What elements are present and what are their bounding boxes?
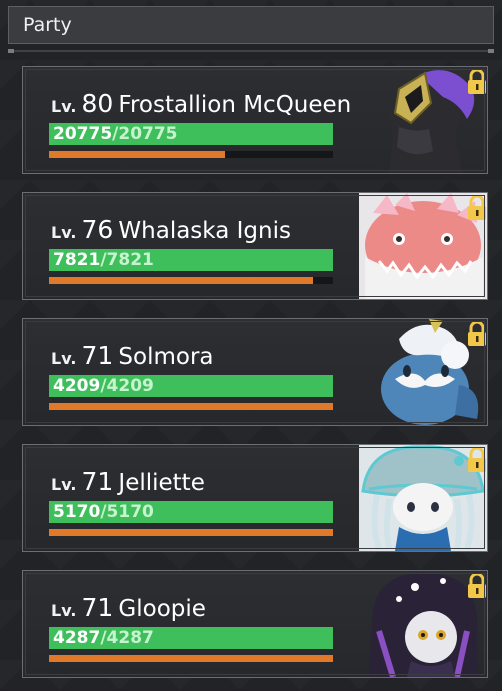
party-member-card[interactable]: Lv. 71 Solmora 4209/4209: [22, 318, 488, 426]
hp-max: /5170: [100, 502, 154, 522]
hp-text: 20775/20775: [53, 124, 178, 144]
stamina-bar: [49, 655, 333, 662]
member-level: 71: [81, 593, 114, 622]
hp-current: 4287: [53, 628, 101, 648]
member-name-line: Lv. 80 Frostallion McQueen: [51, 89, 351, 118]
hp-text: 4287/4287: [53, 628, 154, 648]
member-name: Gloopie: [118, 596, 206, 622]
member-level: 71: [81, 467, 114, 496]
stamina-fill: [49, 151, 226, 158]
party-member-card[interactable]: Lv. 71 Jelliette 5170/5170: [22, 444, 488, 552]
hp-bar: 5170/5170: [49, 501, 333, 523]
hp-max: /4209: [100, 376, 154, 396]
member-level: 76: [81, 215, 114, 244]
level-prefix: Lv.: [51, 601, 77, 620]
hp-bar: 20775/20775: [49, 123, 333, 145]
hp-text: 5170/5170: [53, 502, 154, 522]
stamina-bar: [49, 403, 333, 410]
member-name-line: Lv. 71 Solmora: [51, 341, 214, 370]
hp-max: /4287: [100, 628, 154, 648]
lock-icon[interactable]: [465, 447, 489, 473]
hp-bar: 4209/4209: [49, 375, 333, 397]
stamina-fill: [49, 277, 314, 284]
hp-current: 5170: [53, 502, 101, 522]
member-name-line: Lv. 76 Whalaska Ignis: [51, 215, 291, 244]
stamina-fill: [49, 403, 333, 410]
party-member-card[interactable]: Lv. 71 Gloopie 4287/4287: [22, 570, 488, 678]
level-prefix: Lv.: [51, 349, 77, 368]
level-prefix: Lv.: [51, 223, 77, 242]
lock-icon[interactable]: [465, 321, 489, 347]
member-level: 71: [81, 341, 114, 370]
level-prefix: Lv.: [51, 97, 77, 116]
hp-current: 4209: [53, 376, 101, 396]
stamina-bar: [49, 151, 333, 158]
stamina-bar: [49, 277, 333, 284]
lock-icon[interactable]: [465, 69, 489, 95]
member-name-line: Lv. 71 Gloopie: [51, 593, 206, 622]
lock-icon[interactable]: [465, 573, 489, 599]
hp-max: /7821: [100, 250, 154, 270]
lock-icon[interactable]: [465, 195, 489, 221]
party-member-card[interactable]: Lv. 80 Frostallion McQueen 20775/20775: [22, 66, 488, 174]
member-name: Frostallion McQueen: [118, 92, 352, 118]
member-name: Whalaska Ignis: [118, 218, 291, 244]
hp-text: 4209/4209: [53, 376, 154, 396]
level-prefix: Lv.: [51, 475, 77, 494]
member-name: Solmora: [118, 344, 214, 370]
stamina-fill: [49, 529, 333, 536]
party-title: Party: [23, 14, 72, 36]
member-name: Jelliette: [118, 470, 205, 496]
party-member-card[interactable]: Lv. 76 Whalaska Ignis 7821/7821: [22, 192, 488, 300]
party-header: Party: [8, 6, 494, 44]
hp-text: 7821/7821: [53, 250, 154, 270]
member-level: 80: [81, 89, 114, 118]
stamina-fill: [49, 655, 333, 662]
hp-bar: 4287/4287: [49, 627, 333, 649]
hp-current: 7821: [53, 250, 101, 270]
stamina-bar: [49, 529, 333, 536]
header-divider: [8, 49, 494, 53]
hp-max: /20775: [112, 124, 178, 144]
hp-current: 20775: [53, 124, 113, 144]
hp-bar: 7821/7821: [49, 249, 333, 271]
member-name-line: Lv. 71 Jelliette: [51, 467, 205, 496]
